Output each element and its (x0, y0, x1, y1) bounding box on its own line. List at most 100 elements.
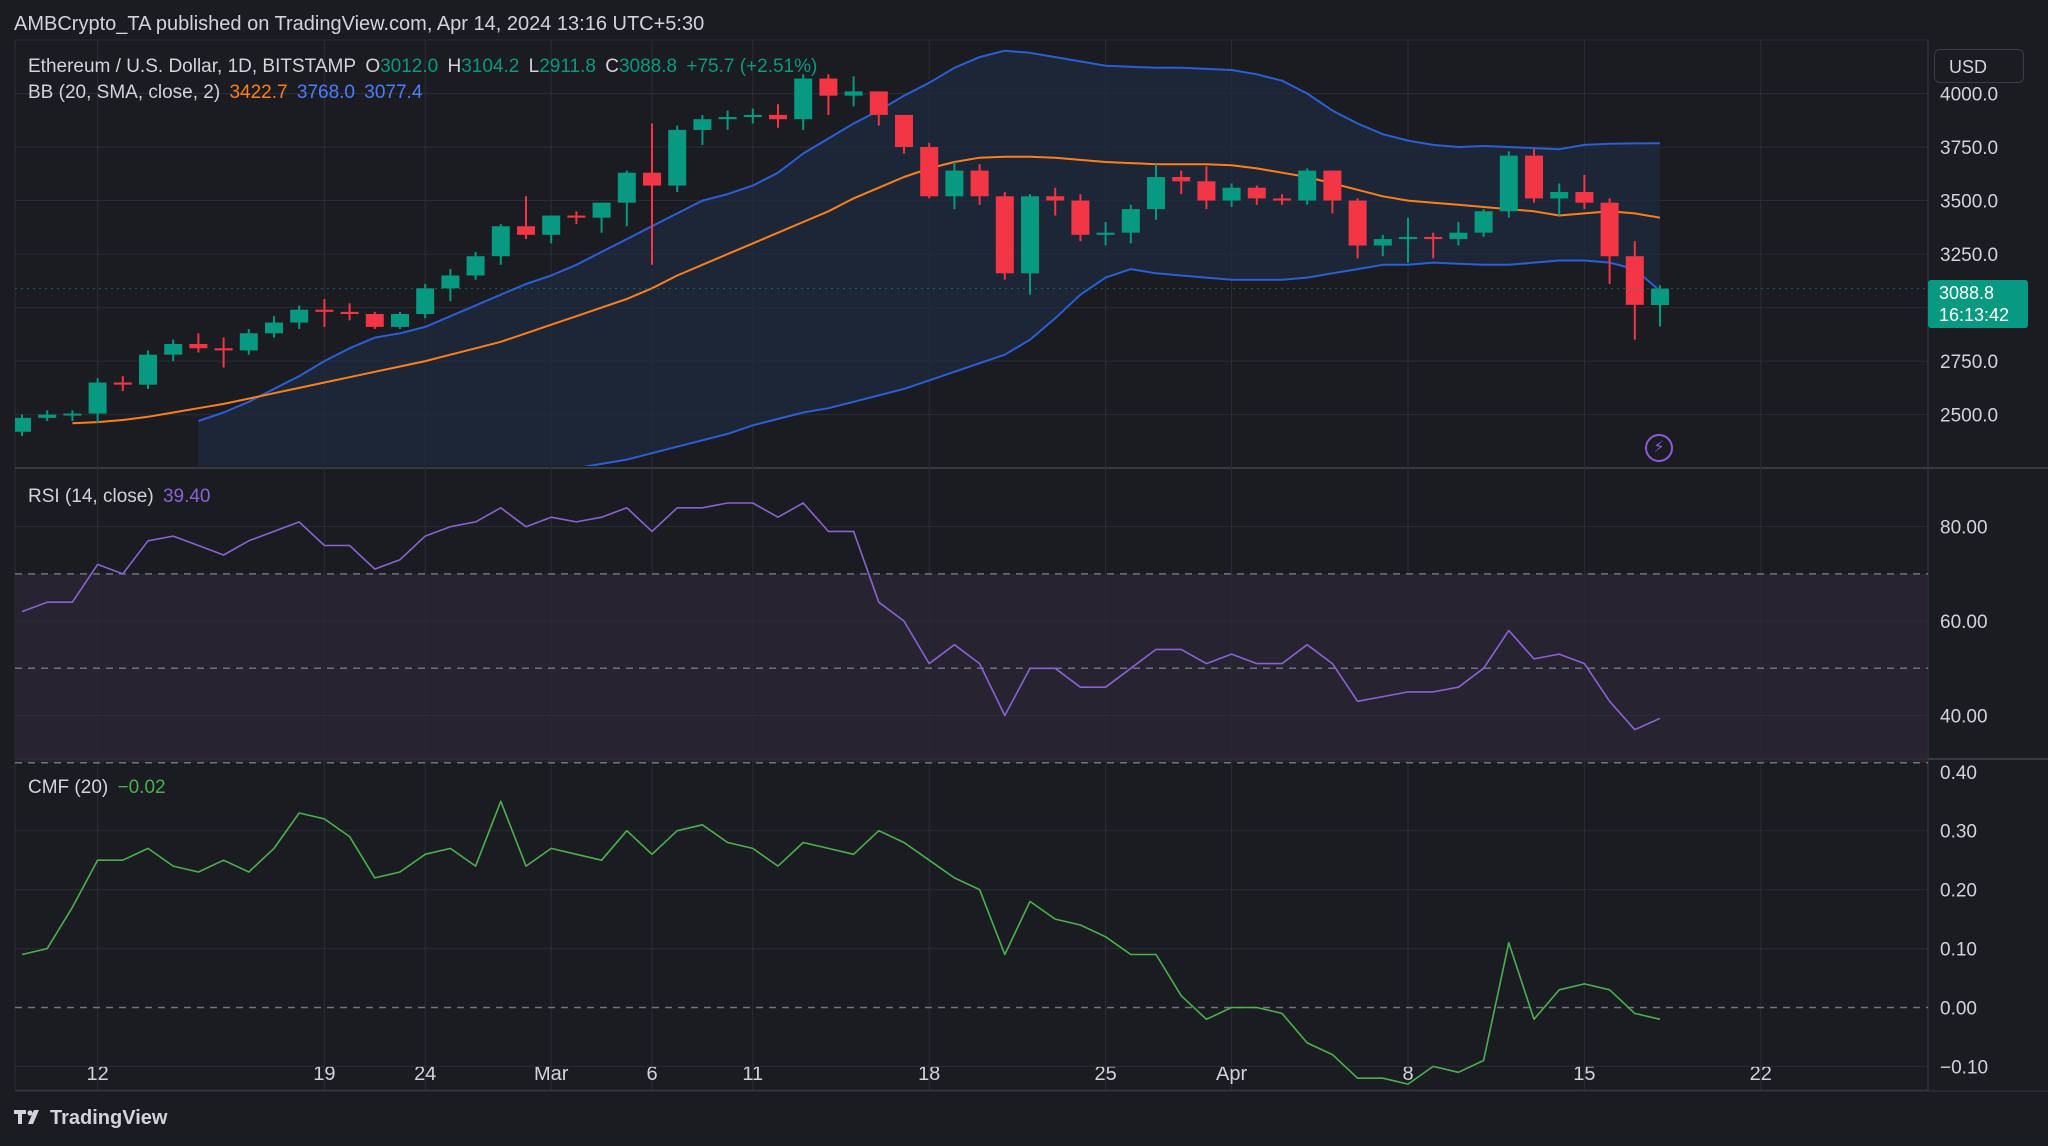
candle-body (542, 215, 561, 235)
candle-body (466, 256, 485, 276)
candle-body (164, 343, 183, 355)
candle (995, 191, 1014, 280)
high-value: 3104.2 (461, 56, 520, 77)
cmf-line (21, 800, 1661, 1085)
candle-body (1222, 187, 1241, 201)
y-tick-label: 4000.0 (1940, 85, 1998, 106)
last-price-value: 3088.8 (1939, 283, 1995, 303)
candle (265, 316, 283, 338)
candle (441, 269, 460, 302)
candle-body (1424, 236, 1443, 240)
candle (693, 114, 712, 145)
close-label: C (605, 56, 619, 77)
candle-body (1323, 170, 1342, 201)
change-value: +75.7 (+2.51%) (686, 56, 818, 77)
candle (592, 202, 611, 233)
candle-body (1021, 196, 1039, 274)
candle-body (113, 382, 132, 385)
cmf-label[interactable]: CMF (20) (28, 777, 108, 798)
candle-body (391, 314, 409, 327)
candle-body (592, 202, 611, 218)
candle-body (718, 117, 737, 120)
candle-body (970, 170, 989, 197)
candle-body (1575, 191, 1594, 203)
bb-label[interactable]: BB (20, SMA, close, 2) (28, 82, 220, 103)
candle-body (869, 91, 888, 115)
candle-body (365, 314, 384, 327)
candle-body (1550, 191, 1569, 199)
cmf-tick-label: 0.30 (1940, 822, 1977, 843)
bollinger-group (15, 49, 1669, 466)
candle-body (643, 172, 661, 186)
candle-body (819, 78, 838, 96)
symbol-label[interactable]: Ethereum / U.S. Dollar, 1D, BITSTAMP (28, 56, 356, 77)
candle (466, 251, 485, 280)
candle-body (1172, 177, 1191, 182)
candle-body (1197, 181, 1216, 201)
candle-body (844, 91, 863, 96)
rsi-tick-label: 40.00 (1940, 707, 1988, 728)
candle-body (315, 309, 334, 312)
candle (491, 224, 510, 265)
candle-body (491, 226, 510, 257)
candle-body (290, 309, 309, 323)
bb-lower-value: 3077.4 (364, 82, 423, 103)
candle (1071, 194, 1090, 242)
main-legend: Ethereum / U.S. Dollar, 1D, BITSTAMP O30… (28, 56, 821, 78)
candle (315, 299, 334, 327)
candle-body (340, 311, 359, 315)
candle (365, 311, 384, 329)
candle-body (416, 288, 435, 315)
cmf-value: −0.02 (117, 777, 166, 798)
candle (290, 305, 309, 329)
candle-body (1273, 198, 1291, 201)
candle-body (1474, 211, 1493, 233)
cmf-tick-label: −0.10 (1940, 1057, 1988, 1078)
candle-body (1525, 155, 1543, 199)
candle-body (1625, 256, 1644, 305)
candle (743, 108, 762, 124)
candle-body (668, 129, 687, 186)
candle-body (441, 275, 460, 289)
candle (517, 196, 535, 240)
candle-body (945, 170, 964, 197)
candle-body (895, 114, 913, 148)
rsi-tick-label: 80.00 (1940, 518, 1988, 539)
candle-body (517, 226, 535, 235)
rsi-label[interactable]: RSI (14, close) (28, 486, 154, 507)
high-label: H (447, 56, 462, 77)
candle (1298, 168, 1317, 205)
bar-countdown: 16:13:42 (1939, 305, 2010, 325)
candle-body (1046, 196, 1065, 201)
rsi-value: 39.40 (162, 486, 211, 507)
close-value: 3088.8 (618, 56, 678, 77)
candle (113, 376, 132, 392)
currency-selector[interactable]: USD (1934, 49, 2024, 83)
candle (88, 378, 107, 424)
candle (164, 339, 183, 362)
y-tick-label: 3750.0 (1940, 138, 1998, 159)
low-label: L (528, 56, 540, 77)
candle (920, 142, 939, 199)
cmf-tick-label: 0.10 (1940, 940, 1977, 961)
candle (844, 76, 863, 107)
candle-body (1373, 239, 1392, 246)
candle-body (189, 343, 208, 349)
candle-body (1651, 288, 1669, 306)
candle (63, 410, 82, 422)
chart-canvas[interactable]: 12 19 24 Mar 6 11 18 25 Apr 8 15 224000.03750.03500… (0, 0, 2048, 1146)
lightning-icon[interactable]: ⚡ (1645, 434, 1673, 462)
candle (38, 410, 57, 422)
brand[interactable]: TradingView (14, 1107, 167, 1130)
cmf-tick-label: 0.40 (1940, 763, 1977, 784)
bb-upper-value: 3768.0 (296, 82, 355, 103)
candle (769, 104, 787, 128)
y-tick-label: 2750.0 (1940, 352, 1998, 373)
candle-body (88, 382, 107, 414)
candle (416, 284, 435, 319)
candle-body (214, 348, 233, 351)
candle-body (1600, 202, 1619, 257)
candle (819, 74, 838, 115)
candle-body (1348, 200, 1367, 246)
candle (617, 170, 636, 227)
